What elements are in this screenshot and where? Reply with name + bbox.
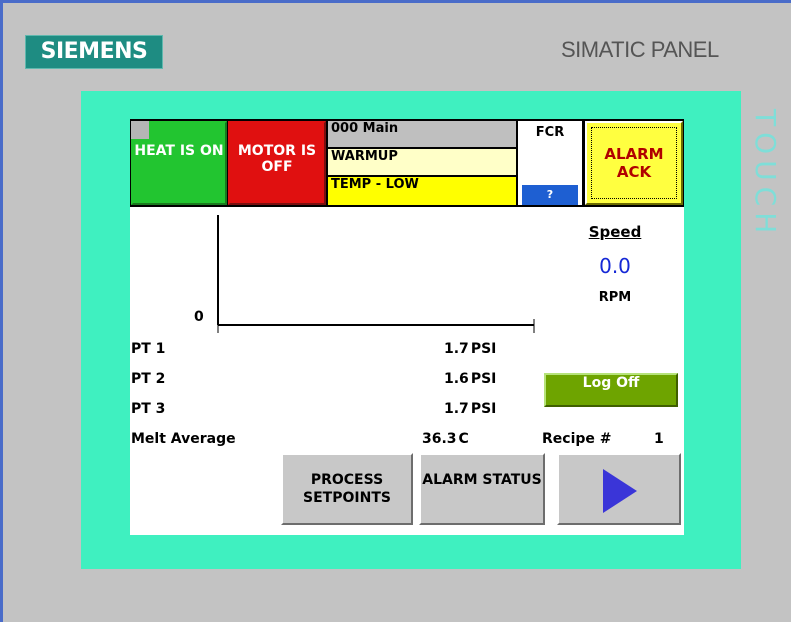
pt3-value: 1.7 PSI xyxy=(444,401,497,417)
next-screen-button[interactable] xyxy=(557,453,681,525)
status-lines: 000 Main WARMUP TEMP - LOW xyxy=(328,121,516,205)
pt2-value: 1.6 PSI xyxy=(444,371,497,387)
status-line-screen: 000 Main xyxy=(328,121,516,147)
siemens-logo: SIEMENS xyxy=(25,35,163,69)
touch-label: TOUCH xyxy=(749,109,782,240)
recipe-label: Recipe # xyxy=(542,431,612,447)
status-line-mode: WARMUP xyxy=(328,149,516,175)
model-label: SIMATIC PANEL xyxy=(561,37,719,62)
pt3-label: PT 3 xyxy=(131,401,166,417)
pt1-value: 1.7 PSI xyxy=(444,341,497,357)
fcr-label: FCR xyxy=(535,125,565,140)
status-header: HEAT IS ON MOTOR IS OFF 000 Main WARMUP … xyxy=(130,119,684,207)
fcr-panel: FCR ? xyxy=(518,121,582,205)
heat-corner-marker xyxy=(131,121,149,139)
process-setpoints-label: PROCESS SETPOINTS xyxy=(303,472,391,506)
alarm-status-button[interactable]: ALARM STATUS xyxy=(419,453,545,525)
heat-status-label: HEAT IS ON xyxy=(134,143,224,159)
speed-unit: RPM xyxy=(598,290,632,305)
alarm-status-label: ALARM STATUS xyxy=(422,472,542,488)
motor-status-button[interactable]: MOTOR IS OFF xyxy=(228,121,326,205)
alarm-ack-button[interactable]: ALARM ACK xyxy=(585,121,683,205)
process-setpoints-button[interactable]: PROCESS SETPOINTS xyxy=(281,453,413,525)
fcr-help-button[interactable]: ? xyxy=(522,185,578,205)
hmi-device: SIEMENS SIMATIC PANEL TOUCH HEAT IS ON M… xyxy=(0,0,791,622)
play-arrow-icon xyxy=(603,469,637,513)
alarm-ack-label: ALARM ACK xyxy=(604,145,664,181)
speed-value: 0.0 xyxy=(599,254,631,278)
status-line-alarm: TEMP - LOW xyxy=(328,177,516,205)
recipe-value: 1 xyxy=(654,431,664,447)
melt-average-label: Melt Average xyxy=(131,431,236,447)
speed-label: Speed xyxy=(588,223,642,241)
trend-y-min-label: 0 xyxy=(194,309,204,325)
log-off-button[interactable]: Log Off xyxy=(544,373,678,407)
melt-average-value: 36.3 C xyxy=(422,431,469,447)
pt2-label: PT 2 xyxy=(131,371,166,387)
hmi-screen: HEAT IS ON MOTOR IS OFF 000 Main WARMUP … xyxy=(130,119,684,535)
heat-status-button[interactable]: HEAT IS ON xyxy=(131,121,227,205)
pt1-label: PT 1 xyxy=(131,341,166,357)
motor-status-label: MOTOR IS OFF xyxy=(237,143,317,175)
